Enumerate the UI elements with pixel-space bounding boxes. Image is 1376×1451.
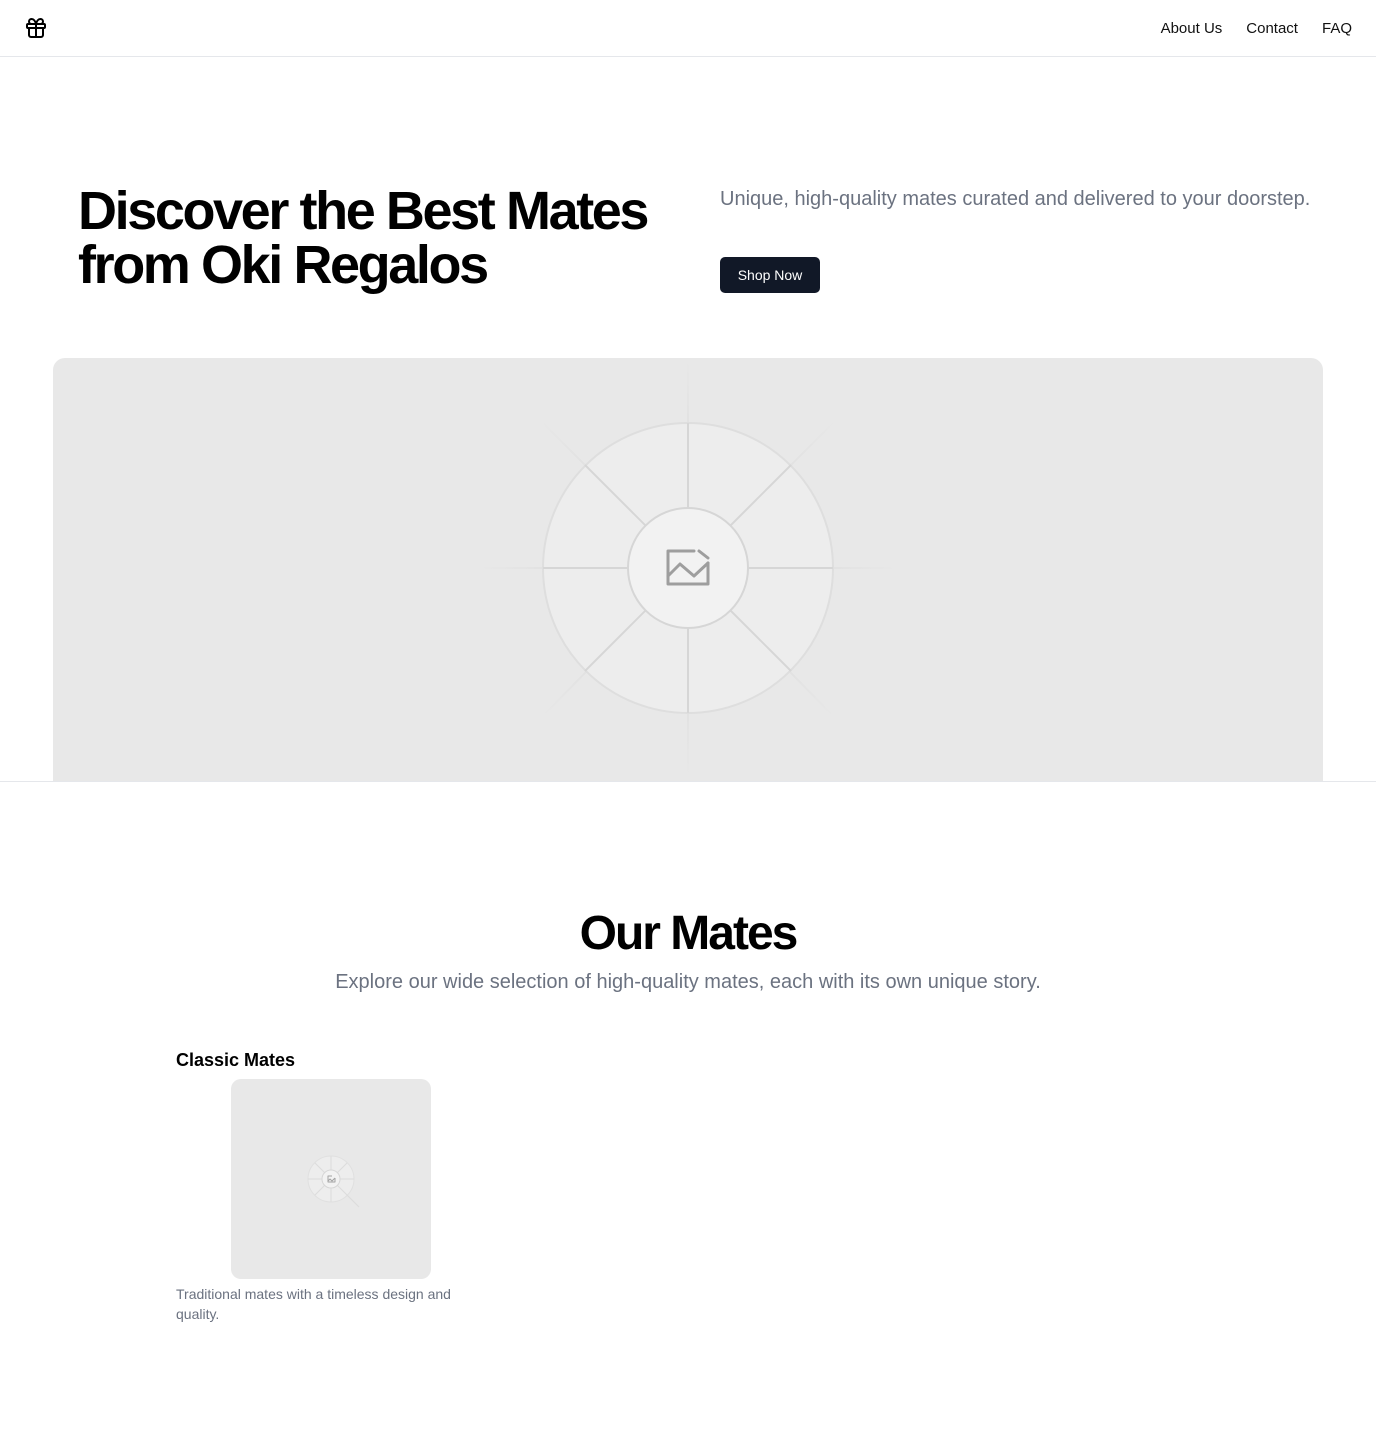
image-placeholder-icon xyxy=(307,1155,360,1208)
category-image-placeholder xyxy=(231,1079,431,1279)
section-divider xyxy=(0,781,1376,782)
nav-link-about-us[interactable]: About Us xyxy=(1161,20,1223,37)
gift-icon xyxy=(26,18,46,38)
site-header: About Us Contact FAQ xyxy=(0,0,1376,57)
our-mates-title: Our Mates xyxy=(579,907,799,960)
main-nav: About Us Contact FAQ xyxy=(1161,0,1352,56)
hero-title: Discover the Best Mates from Oki Regalos xyxy=(78,181,649,295)
our-mates-subtitle: Explore our wide selection of high-quali… xyxy=(335,971,1041,993)
nav-link-contact[interactable]: Contact xyxy=(1246,20,1298,37)
logo-link[interactable] xyxy=(24,16,48,40)
shop-now-button[interactable]: Shop Now xyxy=(720,257,820,293)
hero-image-placeholder xyxy=(53,358,1323,782)
nav-link-faq[interactable]: FAQ xyxy=(1322,20,1352,37)
category-description: Traditional mates with a timeless design… xyxy=(176,1286,451,1322)
category-title: Classic Mates xyxy=(176,1050,296,1070)
hero-subtitle: Unique, high-quality mates curated and d… xyxy=(720,188,1311,210)
category-card-classic-mates[interactable]: Classic Mates Traditional mates with a t… xyxy=(176,1048,486,1322)
image-placeholder-icon xyxy=(477,358,899,782)
